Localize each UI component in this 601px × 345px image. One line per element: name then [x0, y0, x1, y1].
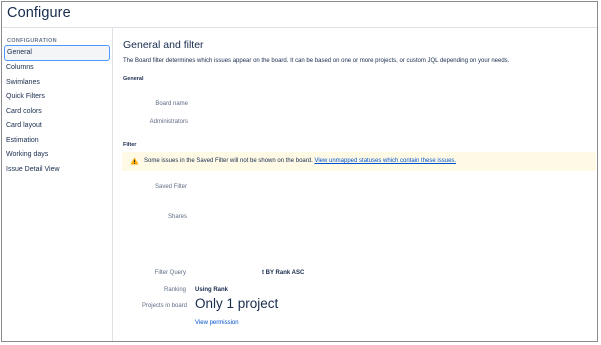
sidebar-item-columns[interactable]: Columns — [2, 61, 113, 76]
title-bar: Configure — [2, 2, 597, 28]
view-permission-link[interactable]: View permission — [195, 320, 239, 326]
page-title: General and filter — [123, 39, 204, 51]
saved-filter-label: Saved Filter — [154, 184, 187, 190]
sidebar-item-issue-detail-view[interactable]: Issue Detail View — [2, 163, 113, 178]
administrators-label: Administrators — [149, 119, 188, 125]
ranking-label: Ranking — [163, 287, 186, 293]
sidebar-item-working-days[interactable]: Working days — [2, 148, 113, 163]
sidebar-list: General Columns Swimlanes Quick Filters … — [2, 44, 113, 177]
sidebar-item-general[interactable]: General — [4, 45, 110, 61]
filter-query-value: t BY Rank ASC — [262, 270, 305, 276]
board-name-label: Board name — [155, 101, 188, 107]
section-filter-heading: Filter — [123, 142, 137, 148]
page-description: The Board filter determines which issues… — [123, 58, 510, 64]
filter-query-label: Filter Query — [154, 270, 186, 276]
configure-window: Configure CONFIGURATION General Columns … — [1, 1, 598, 342]
warning-icon — [130, 157, 139, 165]
shares-label: Shares — [167, 214, 187, 220]
warning-text: Some issues in the Saved Filter will not… — [144, 158, 313, 164]
ranking-value: Using Rank — [195, 287, 229, 293]
main-content: General and filter The Board filter dete… — [113, 28, 597, 341]
sidebar-item-card-colors[interactable]: Card colors — [2, 105, 113, 120]
sidebar: CONFIGURATION General Columns Swimlanes … — [2, 28, 113, 341]
warning-banner: Some issues in the Saved Filter will not… — [122, 152, 596, 171]
sidebar-item-estimation[interactable]: Estimation — [2, 134, 113, 149]
section-general-heading: General — [123, 76, 144, 82]
unmapped-statuses-link[interactable]: View unmapped statuses which contain the… — [314, 158, 456, 164]
sidebar-item-swimlanes[interactable]: Swimlanes — [2, 76, 113, 91]
projects-in-board-value: Only 1 project — [195, 296, 279, 311]
sidebar-item-quick-filters[interactable]: Quick Filters — [2, 90, 113, 105]
sidebar-item-card-layout[interactable]: Card layout — [2, 119, 113, 134]
projects-in-board-label: Projects in board — [141, 303, 187, 309]
warning-message: Some issues in the Saved Filter will not… — [144, 158, 456, 164]
page-header-title: Configure — [7, 5, 71, 21]
